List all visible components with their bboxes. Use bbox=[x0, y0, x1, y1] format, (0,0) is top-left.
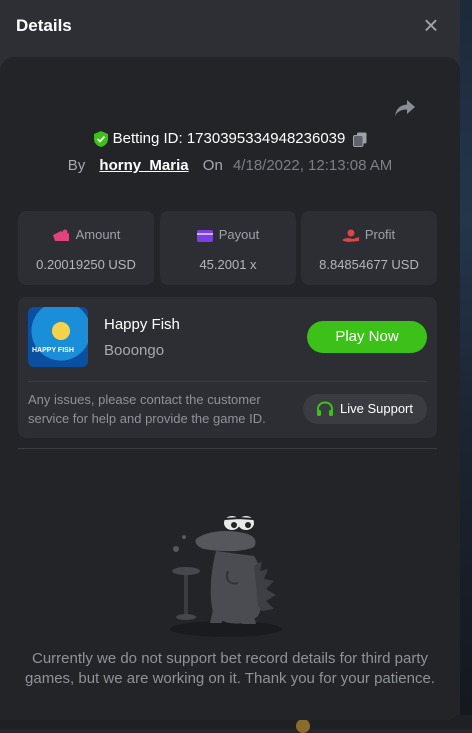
profit-card: Profit 8.84854677 USD bbox=[301, 211, 437, 285]
amount-icon bbox=[52, 229, 69, 241]
payout-label: Payout bbox=[218, 227, 260, 242]
modal-header: Details × bbox=[0, 0, 460, 52]
amount-card: Amount 0.20019250 USD bbox=[18, 211, 154, 285]
details-panel: Betting ID: 1730395334948236039 By horny… bbox=[0, 57, 460, 720]
support-text: Any issues, please contact the customer … bbox=[28, 392, 266, 426]
game-name[interactable]: Happy Fish bbox=[104, 316, 180, 333]
betting-id: Betting ID: 1730395334948236039 bbox=[112, 130, 346, 147]
background-strip bbox=[460, 0, 472, 729]
unsupported-notice: Currently we do not support bet record d… bbox=[25, 650, 435, 687]
headset-icon bbox=[317, 401, 333, 416]
crocodile-illustration bbox=[170, 516, 282, 637]
bet-meta-row: By horny_Maria On 4/18/2022, 12:13:08 AM bbox=[0, 157, 460, 174]
username-link[interactable]: horny_Maria bbox=[99, 157, 188, 174]
game-thumb-text: HAPPY FISH bbox=[32, 347, 74, 354]
modal-title: Details bbox=[16, 16, 72, 35]
game-card: HAPPY FISH Happy Fish Booongo Play Now A… bbox=[18, 297, 437, 438]
close-icon[interactable]: × bbox=[420, 12, 442, 38]
amount-label: Amount bbox=[75, 227, 121, 242]
hand-coin-icon bbox=[342, 229, 359, 242]
on-label: On bbox=[202, 157, 223, 174]
live-support-label: Live Support bbox=[340, 401, 413, 416]
share-icon[interactable] bbox=[394, 99, 416, 117]
divider bbox=[28, 381, 427, 382]
play-now-button[interactable]: Play Now bbox=[307, 321, 427, 353]
details-modal: Details × Betting ID: 173039533494823603… bbox=[0, 0, 460, 720]
live-support-button[interactable]: Live Support bbox=[303, 394, 427, 424]
shield-check-icon bbox=[93, 131, 108, 148]
copy-icon[interactable] bbox=[353, 132, 367, 147]
payout-card: Payout 45.2001 x bbox=[160, 211, 296, 285]
betting-id-row: Betting ID: 1730395334948236039 bbox=[0, 130, 460, 148]
stats-row: Amount 0.20019250 USD Payout 45.2001 x P… bbox=[18, 211, 437, 285]
payout-value: 45.2001 x bbox=[199, 257, 257, 272]
profit-value: 8.84854677 USD bbox=[319, 257, 419, 272]
by-label: By bbox=[67, 157, 86, 174]
game-thumbnail[interactable]: HAPPY FISH bbox=[28, 307, 88, 367]
profit-label: Profit bbox=[364, 227, 396, 242]
divider bbox=[18, 448, 437, 449]
coin-icon bbox=[296, 719, 310, 733]
game-provider: Booongo bbox=[104, 342, 165, 359]
amount-value: 0.20019250 USD bbox=[36, 257, 136, 272]
bet-date: 4/18/2022, 12:13:08 AM bbox=[232, 157, 393, 174]
card-icon bbox=[196, 229, 213, 242]
